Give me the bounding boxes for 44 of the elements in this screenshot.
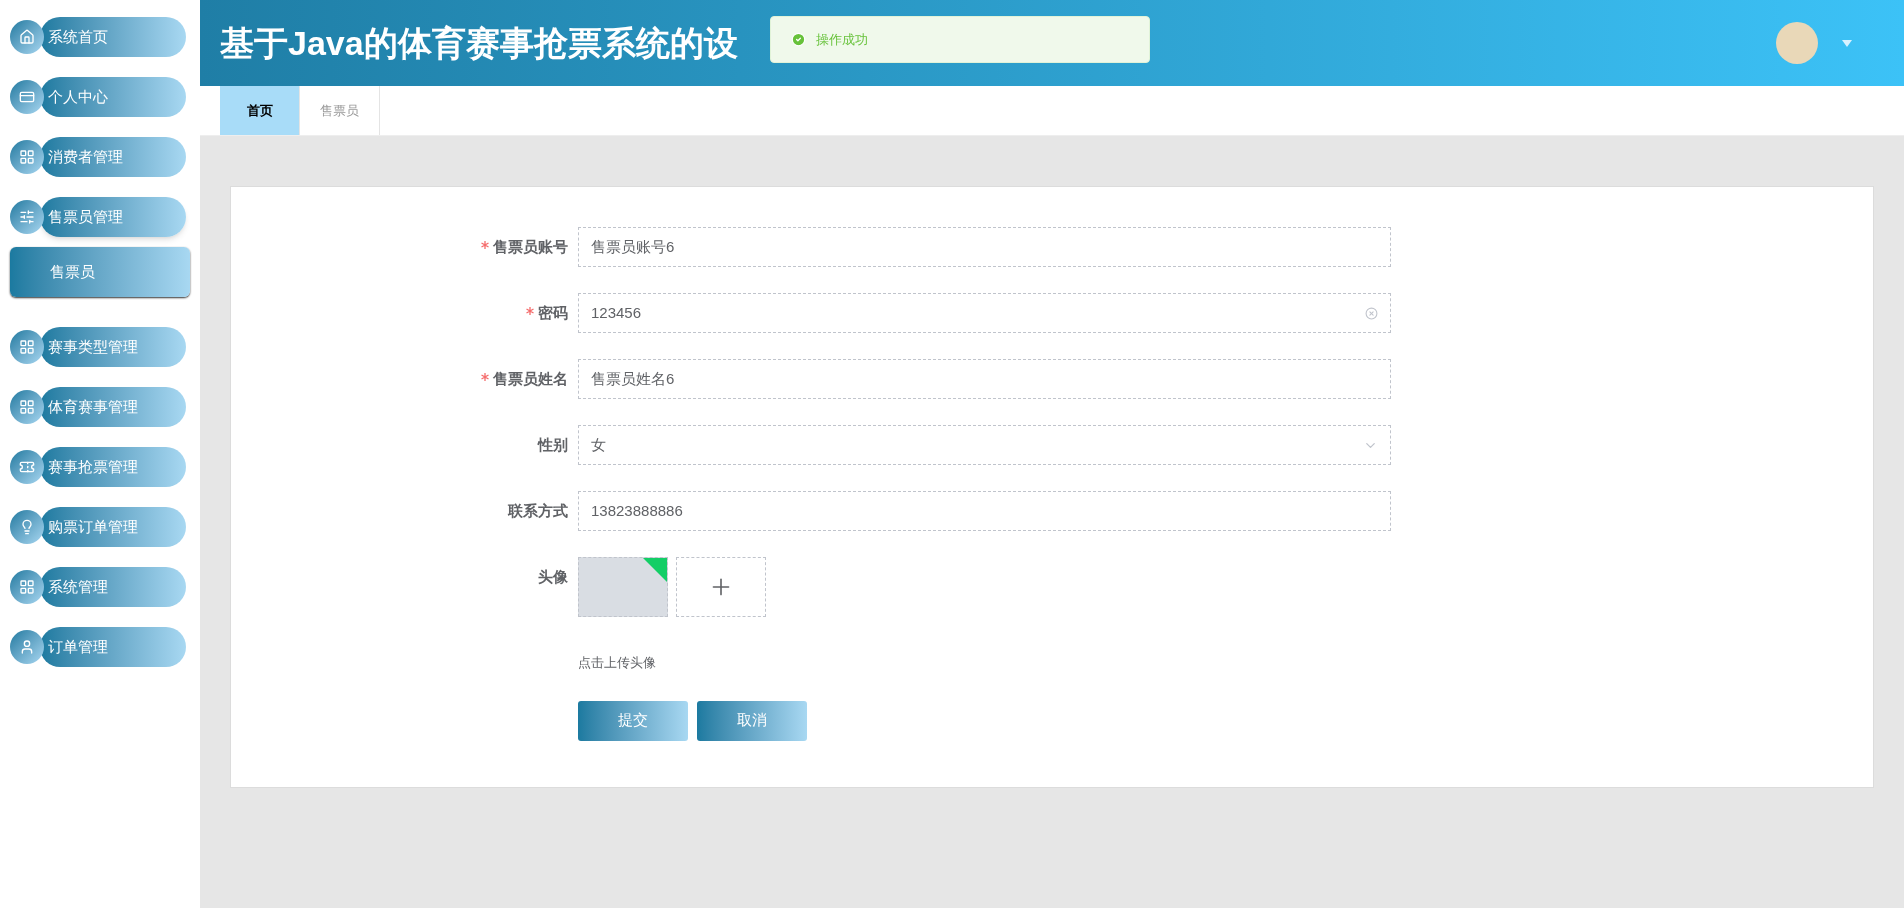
sidebar-item[interactable]: 订单管理 [40, 627, 186, 667]
tab[interactable]: 首页 [220, 86, 300, 135]
submit-button[interactable]: 提交 [578, 700, 688, 741]
sidebar-item[interactable]: 系统管理 [40, 567, 186, 607]
input-field[interactable]: 123456 [578, 293, 1391, 333]
sidebar-item[interactable]: 赛事类型管理 [40, 327, 186, 367]
sidebar-item[interactable]: 赛事抢票管理 [40, 447, 186, 487]
grid-icon [10, 330, 44, 364]
sidebar-item[interactable]: 个人中心 [40, 77, 186, 117]
user-icon [10, 630, 44, 664]
upload-hint: 点击上传头像 [578, 654, 657, 672]
lightbulb-icon [10, 510, 44, 544]
field-label: 头像 [538, 566, 568, 587]
field-label: 联系方式 [508, 500, 568, 521]
field-label: 售票员姓名 [493, 368, 568, 389]
grid-icon [10, 570, 44, 604]
sidebar-item[interactable]: 系统首页 [40, 17, 186, 57]
toast-message: 操作成功 [816, 30, 868, 49]
grid-icon [10, 390, 44, 424]
cancel-button[interactable]: 取消 [697, 700, 807, 741]
sidebar-subitem[interactable]: 售票员 [10, 247, 190, 297]
home-icon [10, 20, 44, 54]
sidebar-item[interactable]: 购票订单管理 [40, 507, 186, 547]
ticket-icon [10, 450, 44, 484]
upload-button[interactable] [676, 557, 766, 617]
field-label: 性别 [538, 434, 568, 455]
clear-icon[interactable] [1365, 306, 1378, 320]
sidebar-item[interactable]: 售票员管理 [40, 197, 186, 237]
check-circle-icon [791, 32, 806, 47]
app-title: 基于Java的体育赛事抢票系统的设 [220, 22, 738, 64]
caret-down-icon[interactable] [1842, 39, 1852, 47]
field-label: 密码 [538, 302, 568, 323]
success-badge [643, 558, 667, 582]
sidebar-item[interactable]: 消费者管理 [40, 137, 186, 177]
input-field[interactable]: 售票员账号6 [578, 227, 1391, 267]
card-icon [10, 80, 44, 114]
select-field[interactable]: 女 [578, 425, 1391, 465]
input-field[interactable]: 售票员姓名6 [578, 359, 1391, 399]
grid-icon [10, 140, 44, 174]
sidebar-item[interactable]: 体育赛事管理 [40, 387, 186, 427]
input-field[interactable]: 13823888886 [578, 491, 1391, 531]
field-label: 售票员账号 [493, 236, 568, 257]
avatar[interactable] [1776, 22, 1818, 64]
sliders-icon [10, 200, 44, 234]
